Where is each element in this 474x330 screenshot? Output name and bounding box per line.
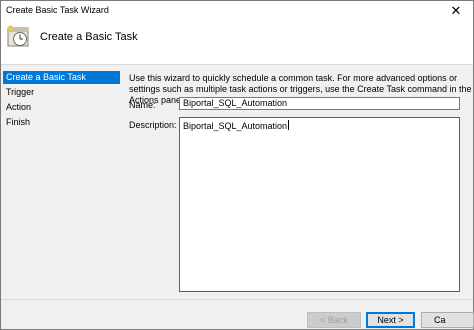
window-title: Create Basic Task Wizard (6, 5, 109, 15)
wizard-header: Create a Basic Task (1, 21, 473, 65)
name-label: Name: (129, 100, 156, 110)
description-label: Description: (129, 120, 177, 130)
description-field-text: Biportal_SQL_Automation (183, 121, 288, 131)
wizard-steps-sidebar: Create a Basic Task Trigger Action Finis… (2, 67, 120, 298)
wizard-content: Use this wizard to quickly schedule a co… (121, 67, 473, 298)
sidebar-item-action[interactable]: Action (3, 101, 120, 114)
next-button[interactable]: Next > (366, 312, 415, 328)
cancel-button[interactable]: Ca (421, 312, 474, 328)
text-caret (288, 120, 290, 130)
back-button[interactable]: < Back (307, 312, 361, 328)
close-icon[interactable]: ✕ (439, 1, 473, 21)
sidebar-item-finish[interactable]: Finish (3, 116, 120, 129)
wizard-footer: < Back Next > Ca (1, 299, 474, 330)
footer-divider (1, 299, 473, 300)
wizard-window: Create Basic Task Wizard ✕ Create a Basi… (0, 0, 474, 330)
page-title: Create a Basic Task (40, 31, 138, 43)
description-field[interactable]: Biportal_SQL_Automation (179, 117, 460, 292)
task-scheduler-icon (7, 25, 29, 47)
name-field[interactable]: Biportal_SQL_Automation (179, 97, 460, 110)
title-bar: Create Basic Task Wizard ✕ (1, 1, 473, 21)
sidebar-item-create-basic-task[interactable]: Create a Basic Task (3, 71, 120, 84)
sidebar-item-trigger[interactable]: Trigger (3, 86, 120, 99)
